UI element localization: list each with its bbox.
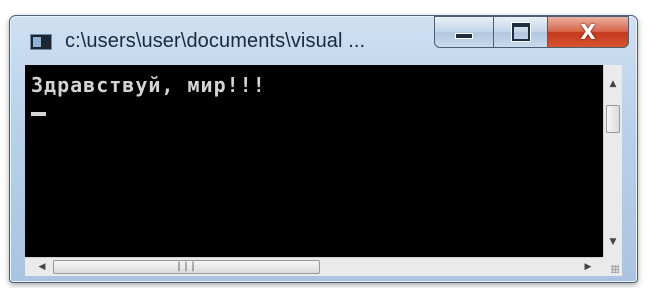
maximize-button[interactable] <box>493 16 548 48</box>
console-output[interactable]: Здравствуй, мир!!! <box>25 65 603 257</box>
vertical-scroll-thumb[interactable] <box>606 105 620 133</box>
horizontal-scroll-thumb[interactable]: ||| <box>53 260 320 274</box>
window-title: c:\users\user\documents\visual ... <box>65 30 366 52</box>
minimize-icon <box>455 33 473 39</box>
scroll-up-arrow-icon[interactable]: ▲ <box>604 75 622 93</box>
resize-grip-icon[interactable] <box>603 257 622 276</box>
scroll-grip-icon: ||| <box>175 261 198 272</box>
scroll-right-arrow-icon[interactable]: ▶ <box>579 258 597 276</box>
close-icon: X <box>580 20 596 44</box>
scroll-left-arrow-icon[interactable]: ◀ <box>33 258 51 276</box>
console-line: Здравствуй, мир!!! <box>31 73 266 97</box>
text-cursor <box>31 112 46 116</box>
console-app-icon[interactable] <box>30 34 52 50</box>
scroll-down-arrow-icon[interactable]: ▼ <box>604 233 622 251</box>
close-button[interactable]: X <box>547 16 629 48</box>
horizontal-scrollbar[interactable]: ◀ ||| ▶ <box>25 257 603 276</box>
maximize-icon <box>511 23 530 41</box>
vertical-scrollbar[interactable]: ▲ ▼ <box>603 65 622 257</box>
console-window: c:\users\user\documents\visual ... X Здр… <box>9 15 638 283</box>
title-bar[interactable]: c:\users\user\documents\visual ... X <box>10 16 637 64</box>
minimize-button[interactable] <box>434 16 494 48</box>
console-client-area: Здравствуй, мир!!! ▲ ▼ ◀ ||| ▶ <box>25 65 622 276</box>
